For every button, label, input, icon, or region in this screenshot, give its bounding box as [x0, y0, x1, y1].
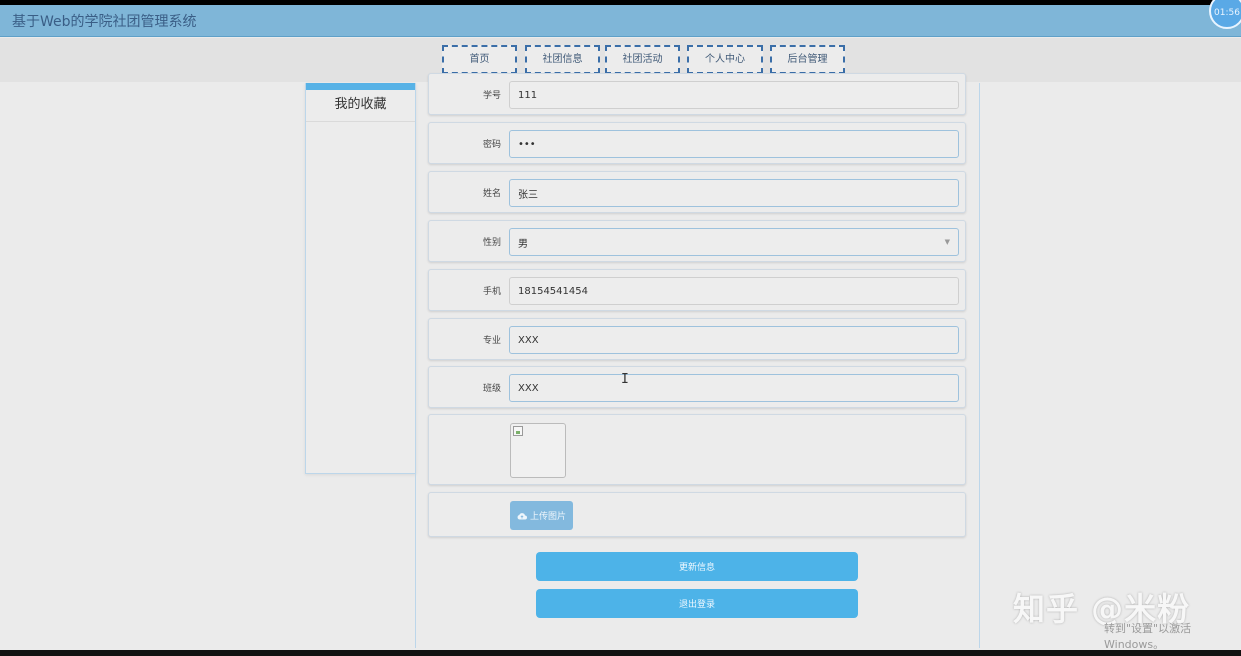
- content-left-border: [415, 83, 416, 648]
- upload-image-button[interactable]: 上传图片: [510, 501, 573, 530]
- form-row-major: 专业 XXX: [428, 318, 966, 360]
- form-row-student-id: 学号 111: [428, 73, 966, 115]
- content-right-border: [979, 83, 980, 648]
- nav-club-info[interactable]: 社团信息: [525, 45, 600, 74]
- text-cursor-icon: I: [621, 372, 629, 387]
- nav-club-activities[interactable]: 社团活动: [605, 45, 680, 74]
- screen-bottom-edge: [0, 650, 1241, 656]
- nav-personal-center[interactable]: 个人中心: [687, 45, 763, 74]
- sidebar: 我的收藏: [305, 83, 416, 474]
- form-row-class: 班级 XXX: [428, 366, 966, 408]
- student-id-label: 学号: [482, 90, 501, 101]
- app-title: 基于Web的学院社团管理系统: [12, 14, 197, 30]
- windows-activation-notice: 转到"设置"以激活 Windows。: [1104, 622, 1192, 651]
- sidebar-accent-bar: [306, 83, 415, 90]
- gender-select[interactable]: 男 ▼: [509, 228, 959, 256]
- password-label: 密码: [482, 139, 501, 150]
- app-header: 基于Web的学院社团管理系统 01:56: [0, 0, 1241, 37]
- clock-badge: 01:56: [1209, 0, 1241, 29]
- cloud-upload-icon: [517, 512, 527, 519]
- form-row-gender: 性别 男 ▼: [428, 220, 966, 262]
- major-field[interactable]: XXX: [509, 326, 959, 354]
- class-field[interactable]: XXX: [509, 374, 959, 402]
- phone-label: 手机: [482, 286, 501, 297]
- form-row-password: 密码 •••: [428, 122, 966, 164]
- chevron-down-icon: ▼: [944, 238, 950, 246]
- gender-value: 男: [518, 238, 528, 250]
- update-info-button[interactable]: 更新信息: [536, 552, 858, 581]
- nav-home[interactable]: 首页: [442, 45, 517, 74]
- name-label: 姓名: [482, 188, 501, 199]
- nav-admin[interactable]: 后台管理: [770, 45, 845, 74]
- upload-image-label: 上传图片: [529, 512, 566, 522]
- student-id-field[interactable]: 111: [509, 81, 959, 109]
- broken-image-icon: [513, 426, 523, 436]
- form-row-name: 姓名 张三: [428, 171, 966, 213]
- major-label: 专业: [482, 335, 501, 346]
- sidebar-item-favorites[interactable]: 我的收藏: [306, 90, 415, 122]
- form-row-phone: 手机 18154541454: [428, 269, 966, 311]
- phone-field[interactable]: 18154541454: [509, 277, 959, 305]
- password-field[interactable]: •••: [509, 130, 959, 158]
- class-label: 班级: [482, 383, 501, 394]
- form-row-photo: [428, 414, 966, 485]
- name-field[interactable]: 张三: [509, 179, 959, 207]
- avatar-preview: [510, 423, 566, 478]
- logout-button[interactable]: 退出登录: [536, 589, 858, 618]
- gender-label: 性别: [482, 237, 501, 248]
- form-row-upload: 上传图片: [428, 492, 966, 537]
